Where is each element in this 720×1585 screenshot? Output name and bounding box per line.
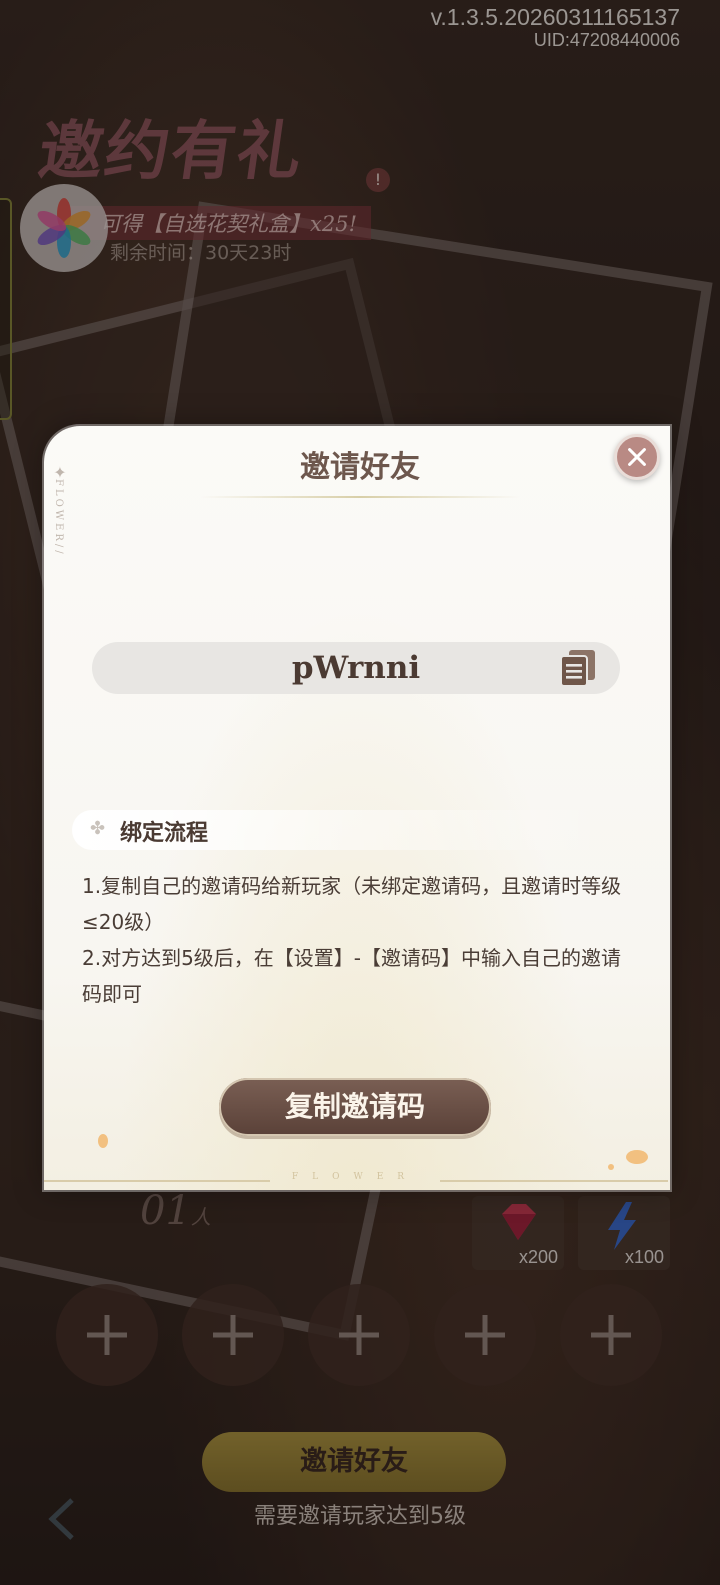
side-text: FLOWER// <box>53 479 64 557</box>
copy-icon[interactable] <box>558 648 598 688</box>
petal-decoration <box>98 1134 108 1148</box>
step-2-text: 2.对方达到5级后，在【设置】-【邀请码】中输入自己的邀请码即可 <box>82 946 622 1006</box>
footer-divider <box>440 1180 668 1182</box>
invite-code-field[interactable]: pWrnni <box>92 642 620 694</box>
dialog-title: 邀请好友 <box>300 450 420 485</box>
invite-friends-dialog <box>44 426 670 1190</box>
invite-code: pWrnni <box>291 650 421 686</box>
sparkle-icon: ✤ <box>90 818 106 839</box>
petal-decoration <box>608 1164 614 1170</box>
title-divider <box>200 496 520 498</box>
close-icon[interactable] <box>614 434 660 480</box>
side-flower-decoration: ✦ FLOWER// <box>52 463 68 557</box>
copy-invite-code-button[interactable]: 复制邀请码 <box>219 1078 491 1136</box>
section-title: 绑定流程 <box>120 820 209 846</box>
footer-divider <box>44 1180 270 1182</box>
sparkle-icon: ✦ <box>53 463 67 482</box>
step-1-text: 1.复制自己的邀请码给新玩家（未绑定邀请码，且邀请时等级≤20级） <box>82 874 622 934</box>
petal-decoration <box>626 1150 648 1164</box>
footer-flower-text: FLOWER <box>291 1172 419 1182</box>
